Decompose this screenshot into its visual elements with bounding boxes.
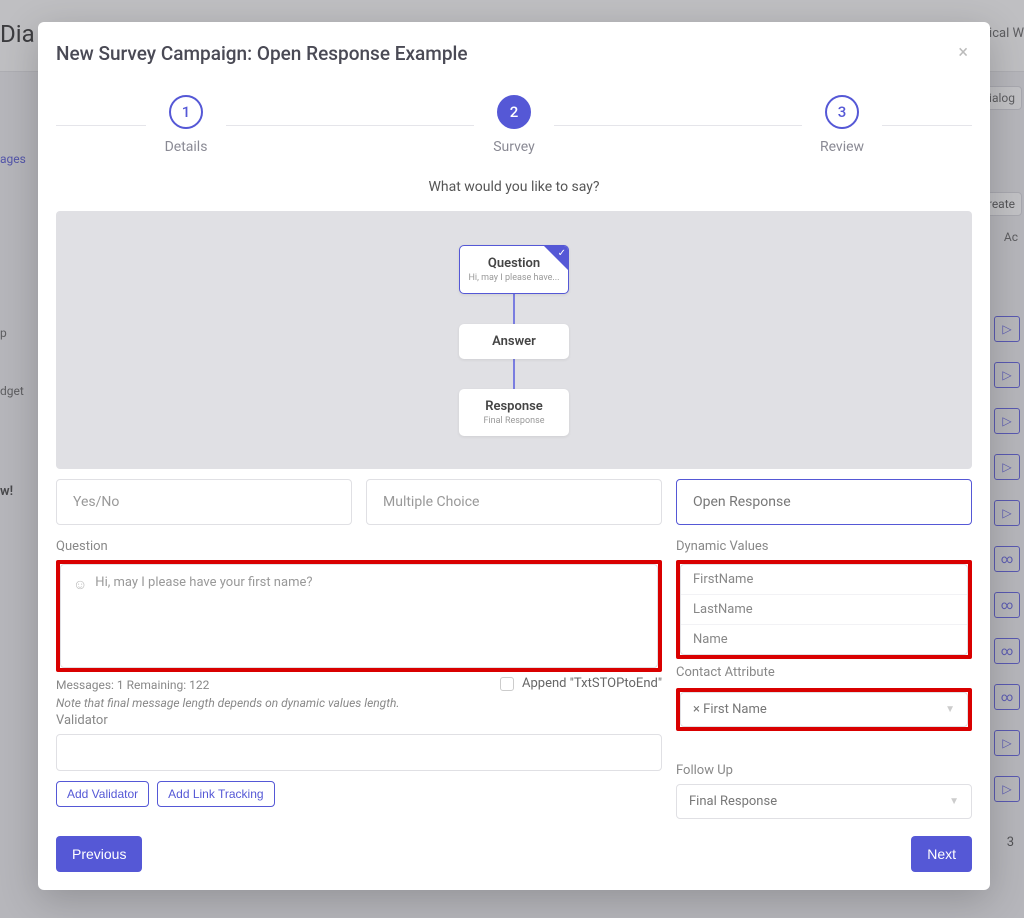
contact-attribute-select[interactable]: × First Name ▼: [680, 692, 968, 727]
validator-buttons: Add Validator Add Link Tracking: [56, 781, 662, 807]
validator-input[interactable]: [56, 734, 662, 771]
next-button[interactable]: Next: [911, 836, 972, 872]
append-label: Append "TxtSTOPtoEnd": [522, 676, 662, 691]
length-note: Note that final message length depends o…: [56, 696, 662, 710]
flow-edge: [513, 359, 515, 389]
modal-header: New Survey Campaign: Open Response Examp…: [56, 42, 972, 65]
flow-edge: [513, 294, 515, 324]
node-title: Answer: [465, 334, 563, 349]
step-survey[interactable]: 2 Survey: [474, 95, 554, 155]
step-details[interactable]: 1 Details: [146, 95, 226, 155]
flow-canvas[interactable]: ✓ Question Hi, may I please have... Answ…: [56, 211, 972, 469]
append-checkbox[interactable]: [500, 677, 514, 691]
step-label: Details: [165, 139, 208, 155]
close-icon[interactable]: ×: [954, 42, 972, 63]
step-label: Survey: [493, 139, 535, 155]
node-question[interactable]: ✓ Question Hi, may I please have...: [459, 245, 569, 294]
question-input[interactable]: ☺ Hi, may I please have your first name?: [60, 564, 658, 668]
right-column: Dynamic Values FirstName LastName Name C…: [676, 535, 972, 822]
form-columns: Question ☺ Hi, may I please have your fi…: [56, 535, 972, 822]
contact-attribute-highlight: × First Name ▼: [676, 688, 972, 731]
modal: New Survey Campaign: Open Response Examp…: [38, 22, 990, 890]
followup-label: Follow Up: [676, 763, 972, 778]
node-response[interactable]: Response Final Response: [459, 389, 569, 436]
type-open[interactable]: Open Response: [676, 479, 972, 525]
node-subtitle: Hi, may I please have...: [466, 273, 562, 283]
prompt-text: What would you like to say?: [56, 179, 972, 195]
previous-button[interactable]: Previous: [56, 836, 142, 872]
validator-label: Validator: [56, 713, 662, 728]
question-text: Hi, may I please have your first name?: [95, 575, 312, 590]
type-multiple[interactable]: Multiple Choice: [366, 479, 662, 525]
question-label: Question: [56, 539, 662, 554]
dynamic-values-list: FirstName LastName Name: [680, 564, 968, 655]
followup-select[interactable]: Final Response ▼: [676, 784, 972, 819]
type-yesno[interactable]: Yes/No: [56, 479, 352, 525]
append-row: Append "TxtSTOPtoEnd": [56, 676, 662, 691]
dynamic-value-item[interactable]: Name: [681, 625, 967, 654]
left-column: Question ☺ Hi, may I please have your fi…: [56, 535, 662, 822]
followup-value: Final Response: [689, 794, 777, 809]
step-num: 1: [169, 95, 203, 129]
question-type-row: Yes/No Multiple Choice Open Response: [56, 479, 972, 525]
node-title: Response: [465, 399, 563, 414]
check-icon: ✓: [558, 248, 566, 259]
contact-attribute-label: Contact Attribute: [676, 665, 972, 680]
node-subtitle: Final Response: [465, 416, 563, 426]
node-answer[interactable]: Answer: [459, 324, 569, 359]
add-link-tracking-button[interactable]: Add Link Tracking: [157, 781, 274, 807]
question-highlight-box: ☺ Hi, may I please have your first name?: [56, 560, 662, 672]
add-validator-button[interactable]: Add Validator: [56, 781, 149, 807]
contact-attribute-value: × First Name: [693, 702, 767, 717]
step-label: Review: [820, 139, 864, 155]
caret-down-icon: ▼: [945, 704, 955, 715]
node-check-corner: ✓: [544, 246, 568, 270]
step-num: 3: [825, 95, 859, 129]
dynamic-value-item[interactable]: FirstName: [681, 565, 967, 595]
dynamic-values-label: Dynamic Values: [676, 539, 972, 554]
step-num: 2: [497, 95, 531, 129]
caret-down-icon: ▼: [949, 796, 959, 807]
modal-footer: Previous Next: [56, 822, 972, 872]
stepper: 1 Details 2 Survey 3 Review: [56, 95, 972, 155]
step-review[interactable]: 3 Review: [802, 95, 882, 155]
dynamic-value-item[interactable]: LastName: [681, 595, 967, 625]
dynamic-values-highlight: FirstName LastName Name: [676, 560, 972, 659]
emoji-icon[interactable]: ☺: [73, 576, 87, 593]
modal-title: New Survey Campaign: Open Response Examp…: [56, 42, 468, 65]
